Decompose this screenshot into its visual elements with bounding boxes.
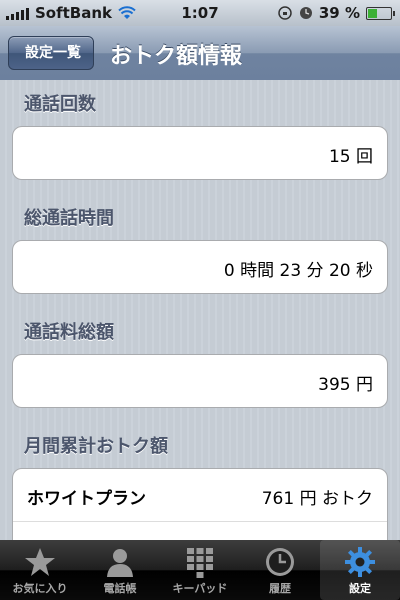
tab-label: 電話帳 [103,582,137,595]
total-call-fee-cell: 395 円 [12,354,388,408]
section-header-total-call-time: 総通話時間 [24,208,114,229]
battery-icon [366,6,395,20]
section-header-call-count: 通話回数 [24,94,96,115]
call-count-value: 15 回 [328,147,373,167]
section-header-total-call-fee: 通話料総額 [24,322,114,343]
total-call-time-cell: 0 時間 23 分 20 秒 [12,240,388,294]
cell-divider [13,521,387,522]
tab-label: お気に入り [12,582,68,595]
clock-icon [266,548,294,576]
rotation-lock-icon [278,6,292,20]
call-count-cell: 15 回 [12,126,388,180]
tab-label: 設定 [349,582,371,595]
tab-history[interactable]: 履歴 [240,540,320,600]
tab-label: キーパッド [172,582,228,595]
alarm-icon [299,7,312,19]
page-title: おトク額情報 [110,44,243,69]
back-button[interactable]: 設定一覧 [8,36,94,70]
tab-settings[interactable]: 設定 [320,540,400,600]
settings-content[interactable]: 通話回数 15 回 総通話時間 0 時間 23 分 20 秒 通話料総額 395… [0,80,400,550]
total-call-fee-value: 395 円 [318,375,373,395]
plan-name: ホワイトプラン [27,489,146,509]
monthly-savings-value: 761 円 おトク [261,489,373,509]
battery-percent: 39 % [318,4,360,22]
star-icon [25,548,55,576]
tab-keypad[interactable]: キーパッド [160,540,240,600]
tab-contacts[interactable]: 電話帳 [80,540,160,600]
monthly-savings-cell: ホワイトプラン 761 円 おトク [12,468,388,550]
navigation-bar: 設定一覧 おトク額情報 [0,26,400,81]
status-bar: SoftBank 1:07 39 % [0,0,400,26]
status-right: 39 % [277,4,395,22]
total-call-time-value: 0 時間 23 分 20 秒 [223,261,373,281]
tab-favorites[interactable]: お気に入り [0,540,80,600]
keypad-icon [187,548,213,578]
gear-icon [345,547,375,577]
tab-bar: お気に入り 電話帳 キーパッド 履歴 設定 [0,540,400,600]
person-icon [107,549,133,577]
section-header-monthly-savings: 月間累計おトク額 [24,436,168,457]
tab-label: 履歴 [269,582,291,595]
